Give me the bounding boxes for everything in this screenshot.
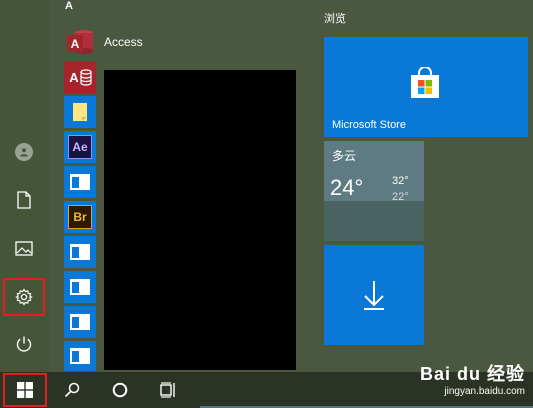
store-bag-icon: [411, 67, 439, 98]
redacted-app-names: [104, 70, 296, 370]
access-icon: A: [67, 30, 93, 54]
pictures-button[interactable]: [4, 230, 44, 266]
download-tile[interactable]: [324, 245, 424, 345]
app-list-item[interactable]: [64, 306, 96, 338]
access-db-icon: A: [69, 69, 92, 86]
tile-group-title[interactable]: 浏览: [324, 10, 346, 26]
weather-high-temp: 32°: [392, 175, 409, 187]
access-app-label[interactable]: Access: [104, 35, 143, 49]
app-list-item[interactable]: [64, 341, 96, 371]
pictures-icon: [15, 240, 33, 256]
baidu-watermark: Bai du 经验 jingyan.baidu.com: [420, 360, 525, 397]
app-list-letter-header[interactable]: A: [65, 0, 73, 12]
cortana-icon: [112, 382, 128, 398]
windows-start-icon: [17, 382, 33, 398]
app-list-item[interactable]: [64, 166, 96, 198]
search-icon: [64, 382, 80, 398]
weather-tile[interactable]: 多云 24° 32° 22°: [324, 141, 424, 241]
task-view-button[interactable]: [150, 374, 186, 406]
download-arrow-icon: [364, 281, 384, 310]
access-app-tile[interactable]: A: [64, 26, 96, 58]
task-view-icon: [160, 382, 175, 398]
watermark-logo: Bai du 经验: [419, 364, 525, 384]
after-effects-icon: Ae: [68, 135, 92, 159]
weather-condition: 多云: [332, 149, 357, 163]
app-icon: [70, 314, 90, 330]
app-icon: [70, 174, 90, 190]
document-icon: [17, 191, 31, 209]
weather-background: [324, 201, 424, 241]
microsoft-store-label: Microsoft Store: [332, 119, 406, 131]
start-button[interactable]: [3, 373, 47, 407]
app-list-item[interactable]: Ae: [64, 131, 96, 163]
note-icon: [73, 103, 87, 121]
weather-low-temp: 22°: [392, 191, 409, 203]
microsoft-store-tile[interactable]: Microsoft Store: [324, 37, 528, 137]
app-list-item[interactable]: Br: [64, 201, 96, 233]
documents-button[interactable]: [4, 182, 44, 218]
settings-icon: [15, 288, 33, 306]
app-list-item[interactable]: [64, 271, 96, 303]
start-left-rail: [0, 0, 50, 372]
app-list-item[interactable]: [64, 236, 96, 268]
start-menu-screen: A A Access A Ae Br 浏览 Microsoft Store 多云…: [0, 0, 533, 408]
bridge-icon: Br: [68, 205, 92, 229]
app-icon: [70, 244, 90, 260]
cortana-button[interactable]: [102, 374, 138, 406]
search-button[interactable]: [54, 374, 90, 406]
weather-current-temp: 24°: [330, 175, 364, 200]
svg-text:A: A: [69, 70, 79, 85]
settings-button[interactable]: [3, 278, 45, 316]
app-list-item[interactable]: [64, 96, 96, 128]
user-icon: [15, 143, 33, 161]
svg-text:A: A: [71, 37, 80, 51]
power-icon: [16, 336, 32, 352]
app-icon: [70, 348, 90, 364]
app-list-item[interactable]: A: [64, 61, 96, 93]
power-button[interactable]: [4, 326, 44, 362]
app-icon: [70, 279, 90, 295]
watermark-url: jingyan.baidu.com: [444, 386, 525, 397]
user-account-button[interactable]: [4, 134, 44, 170]
